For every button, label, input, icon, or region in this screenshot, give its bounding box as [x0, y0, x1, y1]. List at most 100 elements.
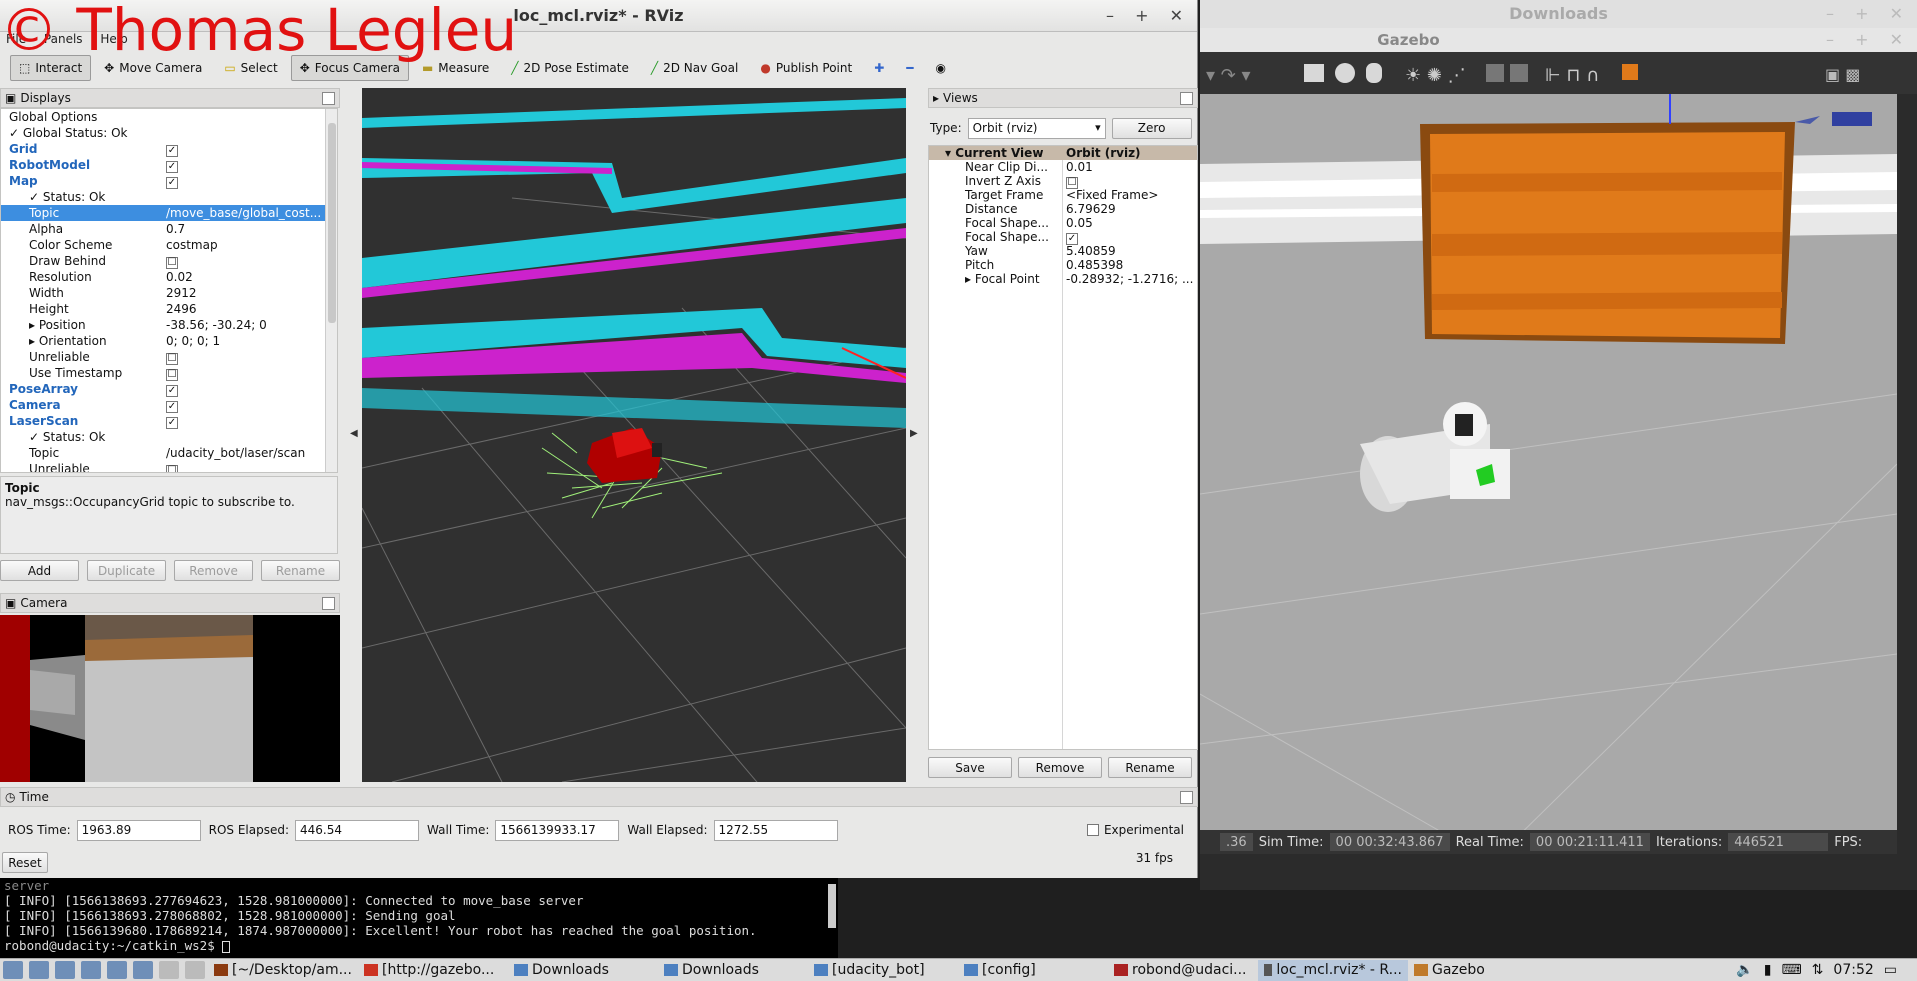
display-row-value[interactable]: ☐: [166, 350, 326, 365]
app-icon[interactable]: [133, 961, 153, 979]
display-row[interactable]: ▸ Orientation 0; 0; 0; 1: [1, 333, 337, 349]
display-row[interactable]: PoseArray ✓: [1, 381, 337, 397]
display-row-value[interactable]: ✓: [166, 142, 326, 157]
view-property-row[interactable]: Target Frame <Fixed Frame>: [929, 188, 1197, 202]
display-row[interactable]: Map ✓: [1, 173, 337, 189]
add-button[interactable]: Add: [0, 560, 79, 581]
zero-button[interactable]: Zero: [1111, 117, 1192, 139]
view-property-row[interactable]: ▾ Current View Orbit (rviz): [929, 146, 1197, 160]
display-row[interactable]: ✓ Status: Ok: [1, 189, 337, 205]
downloads-window-titlebar[interactable]: Downloads – + ✕: [1200, 0, 1917, 28]
experimental-checkbox[interactable]: Experimental: [1086, 823, 1184, 837]
rename-view-button[interactable]: Rename: [1108, 757, 1192, 778]
start-menu-icon[interactable]: [3, 961, 23, 979]
terminal-icon[interactable]: [81, 961, 101, 979]
panel-close-button[interactable]: [1180, 791, 1193, 804]
reset-button[interactable]: Reset: [2, 852, 48, 873]
tool-publish-point[interactable]: ● Publish Point: [751, 55, 861, 81]
gazebo-titlebar[interactable]: Gazebo – + ✕: [1200, 28, 1917, 52]
wall-elapsed-field[interactable]: 1272.55: [713, 819, 838, 841]
task-config[interactable]: [config]: [958, 960, 1108, 981]
task-terminal[interactable]: robond@udaci...: [1108, 960, 1258, 981]
view-property-row[interactable]: Near Clip Di... 0.01: [929, 160, 1197, 174]
battery-icon[interactable]: ▮: [1764, 962, 1772, 978]
view-type-select[interactable]: Orbit (rviz): [967, 117, 1106, 139]
window-controls[interactable]: – + ✕: [1106, 0, 1191, 32]
display-row-value[interactable]: ✓: [166, 414, 326, 429]
scrollbar[interactable]: [828, 884, 836, 928]
view-property-row[interactable]: Distance 6.79629: [929, 202, 1197, 216]
display-row[interactable]: RobotModel ✓: [1, 157, 337, 173]
display-row[interactable]: Width 2912: [1, 285, 337, 301]
task-downloads-2[interactable]: Downloads: [658, 960, 808, 981]
task-browser[interactable]: [http://gazebo...: [358, 960, 508, 981]
ros-time-field[interactable]: 1963.89: [76, 819, 201, 841]
display-row[interactable]: Topic/move_base/global_cost...: [1, 205, 337, 221]
collapse-right-icon[interactable]: ▶: [910, 428, 918, 439]
view-property-row[interactable]: Focal Shape... ✓: [929, 230, 1197, 245]
tool-2d-nav-goal[interactable]: ╱ 2D Nav Goal: [642, 55, 748, 81]
workspace-icon[interactable]: [159, 961, 179, 979]
remove-display-button[interactable]: Remove: [174, 560, 254, 581]
view-property-row[interactable]: Yaw 5.40859: [929, 244, 1197, 258]
display-row-value[interactable]: ☐: [166, 254, 326, 269]
display-row[interactable]: Alpha 0.7: [1, 221, 337, 237]
workspace-icon[interactable]: [185, 961, 205, 979]
panel-close-button[interactable]: [1180, 92, 1193, 105]
editor-icon[interactable]: [107, 961, 127, 979]
network-icon[interactable]: ⇅: [1812, 962, 1824, 978]
keyboard-icon[interactable]: ⌨: [1781, 962, 1801, 978]
task-downloads-1[interactable]: Downloads: [508, 960, 658, 981]
display-row[interactable]: Height 2496: [1, 301, 337, 317]
remove-view-button[interactable]: Remove: [1018, 757, 1102, 778]
duplicate-button[interactable]: Duplicate: [86, 560, 167, 581]
view-property-row[interactable]: Focal Shape... 0.05: [929, 216, 1197, 230]
display-row[interactable]: Unreliable ☐: [1, 461, 337, 472]
display-row[interactable]: Resolution 0.02: [1, 269, 337, 285]
panel-close-button[interactable]: [322, 597, 335, 610]
view-property-row[interactable]: ▸ Focal Point -0.28932; -1.2716; ...: [929, 272, 1197, 286]
window-controls[interactable]: – + ✕: [1826, 28, 1911, 52]
display-row[interactable]: Draw Behind ☐: [1, 253, 337, 269]
view-property-row[interactable]: Pitch 0.485398: [929, 258, 1197, 272]
display-row-value[interactable]: ✓: [166, 398, 326, 413]
view-menu-button[interactable]: ◉: [927, 55, 955, 81]
file-manager-icon[interactable]: [29, 961, 49, 979]
display-row[interactable]: ✓ Global Status: Ok: [1, 125, 337, 141]
volume-icon[interactable]: 🔈: [1736, 962, 1753, 978]
terminal[interactable]: server [ INFO] [1566138693.277694623, 15…: [0, 878, 838, 958]
gazebo-scene[interactable]: [1200, 94, 1897, 854]
remove-tool-button[interactable]: ━: [897, 55, 922, 81]
ros-elapsed-field[interactable]: 446.54: [295, 819, 420, 841]
collapse-left-icon[interactable]: ◀: [350, 428, 358, 439]
display-row[interactable]: Color Scheme costmap: [1, 237, 337, 253]
display-row[interactable]: Topic/udacity_bot/laser/scan: [1, 445, 337, 461]
task-rviz[interactable]: loc_mcl.rviz* - R...: [1258, 959, 1408, 981]
view-property-row[interactable]: Invert Z Axis ☐: [929, 174, 1197, 189]
clock[interactable]: 07:52: [1833, 962, 1873, 978]
display-row[interactable]: Grid ✓: [1, 141, 337, 157]
display-row-value[interactable]: ✓: [166, 382, 326, 397]
wall-time-field[interactable]: 1566139933.17: [495, 819, 620, 841]
display-row[interactable]: LaserScan ✓: [1, 413, 337, 429]
display-row[interactable]: Camera ✓: [1, 397, 337, 413]
display-row[interactable]: Global Options: [1, 109, 337, 125]
save-view-button[interactable]: Save: [928, 757, 1012, 778]
tool-2d-pose-estimate[interactable]: ╱ 2D Pose Estimate: [502, 55, 638, 81]
display-row-value[interactable]: ✓: [166, 174, 326, 189]
display-row[interactable]: ✓ Status: Ok: [1, 429, 337, 445]
display-icon[interactable]: ▭: [1884, 962, 1897, 978]
task-udacity-bot[interactable]: [udacity_bot]: [808, 960, 958, 981]
display-row-value[interactable]: ☐: [166, 366, 326, 381]
display-row-value[interactable]: ☐: [166, 462, 326, 472]
panel-close-button[interactable]: [322, 92, 335, 105]
add-tool-button[interactable]: ✚: [865, 55, 893, 81]
rename-display-button[interactable]: Rename: [261, 560, 340, 581]
scrollbar[interactable]: [325, 109, 337, 472]
render-viewport[interactable]: [362, 88, 906, 782]
task-desktop[interactable]: [~/Desktop/am...: [208, 960, 358, 981]
window-controls[interactable]: – + ✕: [1826, 0, 1911, 28]
display-row[interactable]: Use Timestamp ☐: [1, 365, 337, 381]
task-gazebo[interactable]: Gazebo: [1408, 960, 1558, 981]
display-row[interactable]: ▸ Position -38.56; -30.24; 0: [1, 317, 337, 333]
